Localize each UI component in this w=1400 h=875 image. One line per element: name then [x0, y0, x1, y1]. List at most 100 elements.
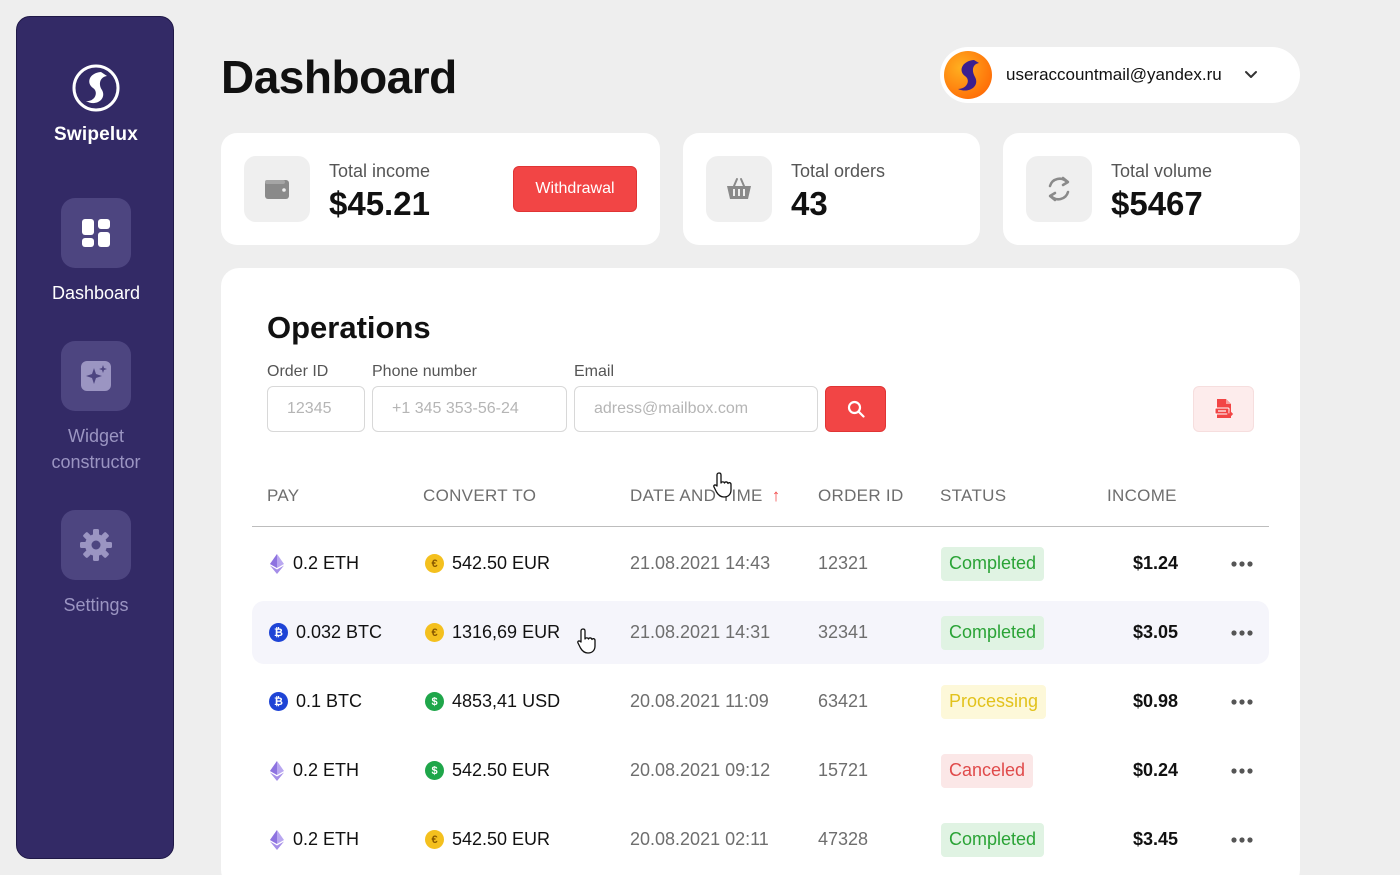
total-volume-label: Total volume: [1111, 161, 1213, 181]
table-row[interactable]: ₿ 0.1 BTC $4853,41 USD 20.08.2021 11:09 6342…: [252, 670, 1269, 733]
sidebar-item-widget-constructor[interactable]: Widget constructor: [17, 341, 175, 475]
hand-cursor-icon: [577, 628, 596, 654]
convert-amount: 542.50 EUR: [452, 829, 551, 849]
convert-cell: €542.50 EUR: [425, 532, 550, 595]
euro-coin-icon: €: [425, 830, 444, 849]
sidebar-item-dashboard[interactable]: Dashboard: [17, 198, 175, 306]
account-email: useraccountmail@yandex.ru: [1006, 65, 1222, 84]
column-header-convert[interactable]: CONVERT TO: [423, 486, 536, 506]
sort-arrow-icon: ↑: [771, 486, 781, 505]
ethereum-icon: [269, 553, 285, 575]
table-row[interactable]: 0.2 ETH €542.50 EUR 21.08.2021 14:43 12321 C…: [252, 532, 1269, 595]
column-header-date[interactable]: DATE AND TIME ↑: [630, 486, 781, 506]
income-cell: $0.98: [1132, 691, 1178, 711]
more-options-button[interactable]: [1227, 670, 1257, 733]
brand-logo[interactable]: Swipelux: [17, 63, 175, 146]
table-header-divider: [252, 526, 1269, 527]
more-dots-icon: [1231, 767, 1253, 774]
income-cell: $3.05: [1132, 622, 1178, 642]
table-row[interactable]: ₿ 0.032 BTC €1316,69 EUR 21.08.2021 14:31 32…: [252, 601, 1269, 664]
wallet-icon: [244, 156, 310, 222]
file-export-icon: [1214, 399, 1233, 418]
total-volume-card: Total volume $5467: [1003, 133, 1300, 245]
phone-number-input[interactable]: [372, 386, 567, 432]
brand-name: Swipelux: [54, 124, 138, 145]
pay-cell: ₿ 0.1 BTC: [269, 670, 362, 733]
status-cell: Completed: [941, 601, 1045, 664]
pay-cell: 0.2 ETH: [269, 808, 359, 871]
column-header-pay[interactable]: PAY: [267, 486, 299, 506]
more-options-button[interactable]: [1227, 532, 1257, 595]
convert-cell: €542.50 EUR: [425, 808, 550, 871]
search-button[interactable]: [825, 386, 886, 432]
total-income-label: Total income: [329, 161, 431, 181]
dollar-coin-icon: $: [425, 761, 444, 780]
avatar: [944, 51, 992, 99]
status-cell: Completed: [941, 532, 1045, 595]
convert-amount: 4853,41 USD: [452, 691, 561, 711]
more-options-button[interactable]: [1227, 739, 1257, 802]
pay-amount: 0.2 ETH: [293, 553, 360, 573]
sidebar: Swipelux Dashboard Widget constructor Se…: [16, 16, 174, 859]
convert-amount: 542.50 EUR: [452, 553, 551, 573]
column-header-order[interactable]: ORDER ID: [818, 486, 904, 506]
refresh-icon: [1026, 156, 1092, 222]
more-options-button[interactable]: [1227, 808, 1257, 871]
pay-amount: 0.032 BTC: [296, 622, 383, 642]
column-header-income[interactable]: INCOME: [1107, 486, 1177, 506]
column-header-date-label: DATE AND TIME: [630, 486, 763, 505]
total-orders-label: Total orders: [791, 161, 886, 181]
euro-coin-icon: €: [425, 623, 444, 642]
status-badge: Processing: [941, 684, 1047, 719]
table-row[interactable]: 0.2 ETH $542.50 EUR 20.08.2021 09:12 15721 C…: [252, 739, 1269, 802]
sidebar-item-settings[interactable]: Settings: [17, 510, 175, 618]
status-cell: Completed: [941, 808, 1045, 871]
convert-cell: €1316,69 EUR: [425, 601, 560, 664]
gear-icon: [61, 510, 131, 580]
convert-amount: 542.50 EUR: [452, 760, 551, 780]
euro-coin-icon: €: [425, 554, 444, 573]
total-orders-card: Total orders 43: [683, 133, 980, 245]
dollar-coin-icon: $: [425, 692, 444, 711]
date-cell: 20.08.2021 11:09: [630, 691, 769, 711]
account-menu[interactable]: useraccountmail@yandex.ru: [940, 47, 1300, 103]
pay-amount: 0.2 ETH: [293, 760, 360, 780]
export-csv-button[interactable]: [1193, 386, 1254, 432]
more-options-button[interactable]: [1227, 601, 1257, 664]
income-cell: $0.24: [1132, 760, 1178, 780]
withdrawal-button[interactable]: Withdrawal: [513, 166, 637, 212]
chevron-down-icon[interactable]: [1244, 70, 1258, 80]
sidebar-item-label: Widget constructor: [51, 426, 141, 472]
order-id-cell: 12321: [818, 553, 869, 573]
swipelux-logo-icon: [72, 64, 120, 112]
ethereum-icon: [269, 760, 285, 782]
pay-amount: 0.2 ETH: [293, 829, 360, 849]
column-header-status[interactable]: STATUS: [940, 486, 1006, 506]
more-dots-icon: [1231, 836, 1253, 843]
order-id-input[interactable]: [267, 386, 365, 432]
more-dots-icon: [1231, 560, 1253, 567]
order-id-cell: 32341: [818, 622, 869, 642]
pay-amount: 0.1 BTC: [296, 691, 363, 711]
operations-panel: Operations Order ID Phone number Email P…: [221, 268, 1300, 875]
income-cell: $3.45: [1132, 829, 1178, 849]
status-badge: Canceled: [941, 753, 1034, 788]
order-id-cell: 47328: [818, 829, 869, 849]
email-label: Email: [574, 363, 615, 380]
search-icon: [847, 400, 865, 418]
avatar-logo-icon: [958, 60, 979, 91]
phone-number-label: Phone number: [372, 363, 477, 380]
date-cell: 21.08.2021 14:43: [630, 553, 771, 573]
total-volume-value: $5467: [1111, 185, 1203, 222]
table-row[interactable]: 0.2 ETH €542.50 EUR 20.08.2021 02:11 47328 C…: [252, 808, 1269, 871]
date-cell: 20.08.2021 09:12: [630, 760, 771, 780]
order-id-cell: 15721: [818, 760, 869, 780]
pay-cell: ₿ 0.032 BTC: [269, 601, 382, 664]
ethereum-icon: [269, 829, 285, 851]
email-input[interactable]: [574, 386, 818, 432]
convert-amount: 1316,69 EUR: [452, 622, 561, 642]
convert-cell: $4853,41 USD: [425, 670, 560, 733]
pay-cell: 0.2 ETH: [269, 532, 359, 595]
total-orders-value: 43: [791, 185, 828, 222]
income-cell: $1.24: [1132, 553, 1178, 573]
